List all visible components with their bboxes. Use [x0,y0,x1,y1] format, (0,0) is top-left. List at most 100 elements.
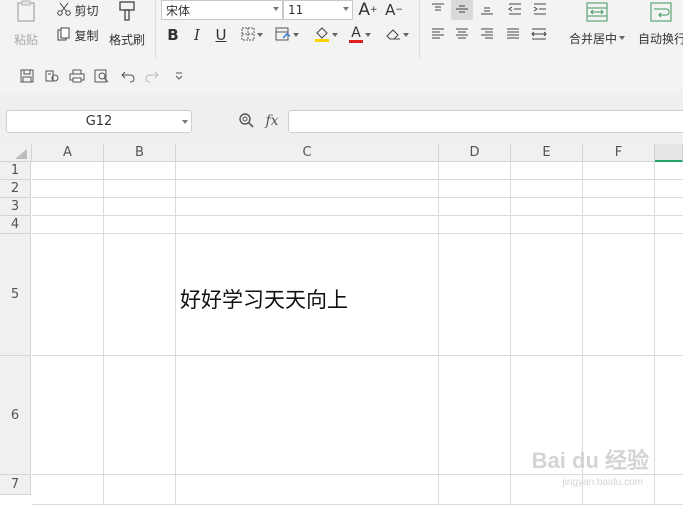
row-header-7[interactable]: 7 [0,475,31,495]
column-header-c[interactable]: C [176,144,439,162]
font-size-select[interactable]: 11 [283,0,353,20]
cell-a5[interactable] [32,234,104,356]
cell-g4[interactable] [655,216,683,234]
row-header-label: 3 [10,199,20,214]
cell-c1[interactable] [176,162,439,180]
cell-style-button[interactable] [274,25,300,45]
cell-f5[interactable] [583,234,655,356]
decrease-font-button[interactable]: A − [382,0,406,20]
clear-format-button[interactable] [384,25,410,45]
align-middle-button[interactable] [451,0,473,20]
increase-font-button[interactable]: A + [356,0,380,20]
undo-button[interactable] [119,68,137,86]
save-button[interactable] [18,68,36,86]
row-header-6[interactable]: 6 [0,356,31,475]
font-color-button[interactable]: A [347,25,373,45]
italic-button[interactable]: I [188,25,206,45]
cell-g5[interactable] [655,234,683,356]
cell-e5[interactable] [511,234,583,356]
increase-indent-button[interactable] [530,0,550,20]
cell-d4[interactable] [439,216,511,234]
paste-button[interactable]: 粘贴 [6,0,46,48]
row-header-4[interactable]: 4 [0,216,31,234]
cell-d1[interactable] [439,162,511,180]
fill-color-button[interactable] [312,25,340,45]
cell-c2[interactable] [176,180,439,198]
cell-a6[interactable] [32,356,104,475]
column-header-b[interactable]: B [104,144,176,162]
print-preview-button[interactable] [93,68,111,86]
redo-button[interactable] [143,68,161,86]
cell-g7[interactable] [655,475,683,505]
insert-function-button[interactable]: fx [261,111,283,131]
cell-c7[interactable] [176,475,439,505]
align-center-button[interactable] [452,25,472,45]
cell-g1[interactable] [655,162,683,180]
row-header-3[interactable]: 3 [0,198,31,216]
align-top-button[interactable] [428,0,448,20]
cell-d6[interactable] [439,356,511,475]
save-as-button[interactable] [43,68,61,86]
font-name-select[interactable]: 宋体 [161,0,283,20]
cell-g2[interactable] [655,180,683,198]
merge-center-button[interactable]: 合并居中 [566,0,628,48]
row-header-2[interactable]: 2 [0,180,31,198]
cell-e4[interactable] [511,216,583,234]
cell-b3[interactable] [104,198,176,216]
cell-a3[interactable] [32,198,104,216]
align-left-button[interactable] [428,25,448,45]
column-header-f[interactable]: F [583,144,655,162]
wrap-text-button[interactable]: 自动换行 [636,0,683,48]
print-button[interactable] [68,68,86,86]
format-painter-button[interactable]: 格式刷 [106,0,148,48]
cell-a4[interactable] [32,216,104,234]
cell-f3[interactable] [583,198,655,216]
cell-e1[interactable] [511,162,583,180]
borders-button[interactable] [240,25,264,45]
select-all-corner[interactable] [0,144,32,162]
row-header-5[interactable]: 5 [0,234,31,356]
cell-f4[interactable] [583,216,655,234]
cell-g6[interactable] [655,356,683,475]
column-header-e[interactable]: E [511,144,583,162]
cut-button[interactable]: 剪切 [54,0,102,20]
justify-button[interactable] [503,25,523,45]
cell-b7[interactable] [104,475,176,505]
underline-button[interactable]: U [212,25,230,45]
cell-b2[interactable] [104,180,176,198]
cell-c3[interactable] [176,198,439,216]
distributed-align-button[interactable] [528,25,550,45]
cell-f1[interactable] [583,162,655,180]
copy-button[interactable]: 复制 [54,25,102,45]
cell-a1[interactable] [32,162,104,180]
cell-d7[interactable] [439,475,511,505]
decrease-indent-button[interactable] [505,0,525,20]
cell-e3[interactable] [511,198,583,216]
customize-toolbar-button[interactable] [170,68,188,86]
cell-b5[interactable] [104,234,176,356]
cell-c6[interactable] [176,356,439,475]
cell-g3[interactable] [655,198,683,216]
column-header-g[interactable] [655,144,683,162]
align-right-button[interactable] [477,25,497,45]
cell-f2[interactable] [583,180,655,198]
cell-d2[interactable] [439,180,511,198]
align-bottom-button[interactable] [477,0,497,20]
font-color-letter: A [351,25,361,41]
cell-b1[interactable] [104,162,176,180]
cell-a7[interactable] [32,475,104,505]
formula-input[interactable] [288,110,683,133]
column-header-a[interactable]: A [32,144,104,162]
cell-b4[interactable] [104,216,176,234]
cell-e2[interactable] [511,180,583,198]
column-header-d[interactable]: D [439,144,511,162]
name-box[interactable]: G12 [6,110,192,133]
row-header-1[interactable]: 1 [0,162,31,180]
bold-button[interactable]: B [164,25,182,45]
cell-d5[interactable] [439,234,511,356]
cell-b6[interactable] [104,356,176,475]
cell-a2[interactable] [32,180,104,198]
cell-d3[interactable] [439,198,511,216]
zoom-formula-button[interactable] [235,111,257,131]
cell-c4[interactable] [176,216,439,234]
